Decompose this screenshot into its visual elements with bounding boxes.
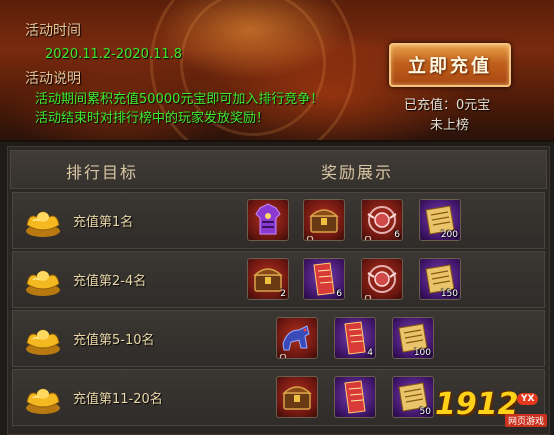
site-watermark-logo: 1912 YX 网页游戏 [435, 387, 551, 427]
item-count: 6 [336, 289, 342, 299]
item-count: 150 [440, 289, 458, 299]
recharge-now-button[interactable]: 立即充值 [389, 43, 511, 87]
red-scroll-icon [335, 380, 375, 417]
column-header-rank-target: 排行目标 [66, 163, 139, 182]
reward-item-slot[interactable] [303, 199, 345, 241]
reward-item-slot[interactable]: 50 [392, 376, 434, 418]
event-time-label: 活动时间 [25, 23, 81, 39]
event-time-value: 2020.11.2-2020.11.8 [45, 47, 183, 62]
rank-target-label: 充值第11-20名 [73, 392, 163, 407]
gold-ingot-icon [23, 260, 63, 298]
table-row: 充值第2-4名 2 6 150 [12, 251, 545, 308]
reward-item-slot[interactable] [247, 199, 289, 241]
reward-item-slot[interactable]: 4 [334, 317, 376, 359]
rank-target-label: 充值第2-4名 [73, 274, 147, 289]
reward-item-slot[interactable]: 6 [303, 258, 345, 300]
table-row: 充值第1名 6 200 [12, 192, 545, 249]
watermark-site: 网页游戏 [505, 414, 548, 427]
event-banner: 活动时间 2020.11.2-2020.11.8 活动说明 活动期间累积充值50… [0, 0, 554, 142]
reward-item-slot[interactable] [276, 376, 318, 418]
lock-icon [305, 230, 315, 240]
rank-target-label: 充值第5-10名 [73, 333, 155, 348]
reward-item-slot[interactable]: 100 [392, 317, 434, 359]
treasure-chest-icon [277, 386, 317, 417]
table-header: 排行目标 奖励展示 [10, 150, 547, 189]
item-count: 2 [280, 289, 286, 299]
reward-item-slot[interactable]: 200 [419, 199, 461, 241]
event-desc-line: 活动结束时对排行榜中的玩家发放奖励！ [35, 111, 270, 126]
reward-item-slot[interactable]: 150 [419, 258, 461, 300]
recharged-amount: 已充值：0元宝 [404, 98, 491, 113]
lock-icon [363, 230, 373, 240]
reward-item-slot[interactable]: 6 [361, 199, 403, 241]
gold-ingot-icon [23, 201, 63, 239]
reward-item-slot[interactable] [334, 376, 376, 418]
rank-target-label: 充值第1名 [73, 215, 134, 230]
reward-item-slot[interactable]: 2 [247, 258, 289, 300]
event-desc-line: 活动期间累积充值50000元宝即可加入排行竞争！ [35, 92, 324, 107]
reward-item-slot[interactable] [361, 258, 403, 300]
event-desc-label: 活动说明 [25, 71, 81, 87]
lock-icon [363, 289, 373, 299]
item-count: 200 [440, 230, 458, 240]
item-count: 100 [413, 348, 431, 358]
item-count: 4 [367, 348, 373, 358]
rank-status: 未上榜 [430, 118, 470, 133]
watermark-badge: YX [517, 393, 539, 405]
gold-ingot-icon [23, 319, 63, 357]
lock-icon [278, 348, 288, 358]
item-count: 6 [394, 230, 400, 240]
gold-ingot-icon [23, 378, 63, 416]
column-header-reward-display: 奖励展示 [321, 163, 394, 182]
table-row: 充值第5-10名 4 100 [12, 310, 545, 367]
purple-armor-icon [248, 203, 288, 240]
reward-item-slot[interactable] [276, 317, 318, 359]
item-count: 50 [419, 407, 431, 417]
